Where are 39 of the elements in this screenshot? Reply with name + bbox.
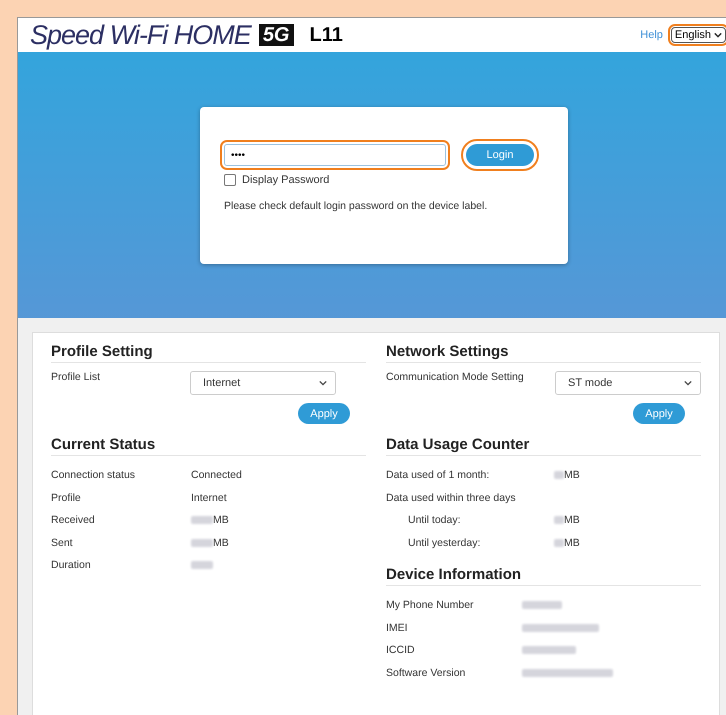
usage-value: MB bbox=[564, 514, 580, 526]
usage-label: Until yesterday: bbox=[407, 536, 482, 549]
status-label: Sent bbox=[51, 536, 74, 549]
status-label: Profile bbox=[51, 492, 82, 504]
device-label: Software Version bbox=[386, 666, 466, 679]
usage-label: Until today: bbox=[407, 514, 462, 526]
device-label: My Phone Number bbox=[386, 599, 475, 612]
chevron-icon bbox=[684, 380, 692, 386]
usage-label: Data used of 1 month: bbox=[386, 469, 490, 482]
section-heading: Network Settings bbox=[386, 343, 701, 363]
model-name: L11 bbox=[310, 24, 343, 46]
section-heading: Current Status bbox=[51, 436, 366, 456]
checkbox[interactable] bbox=[224, 174, 236, 186]
status-value: Connected bbox=[191, 469, 242, 482]
checkbox-label: Display Password bbox=[242, 174, 330, 186]
chevron-icon bbox=[319, 380, 327, 386]
logo-badge: 5G bbox=[258, 24, 294, 46]
section-heading: Data Usage Counter bbox=[386, 436, 701, 456]
chevron-icon bbox=[714, 32, 722, 38]
field-label: Communication Mode Setting bbox=[386, 371, 524, 383]
status-value: MB bbox=[213, 514, 229, 526]
field-label: Profile List bbox=[51, 371, 100, 383]
profile-select[interactable]: Internet bbox=[190, 371, 336, 395]
usage-value: MB bbox=[564, 469, 580, 482]
login-note: Please check default login password on the device label. bbox=[224, 200, 488, 212]
device-label: IMEI bbox=[386, 622, 409, 634]
section-heading: Profile Setting bbox=[51, 343, 366, 363]
status-label: Connection status bbox=[51, 469, 136, 482]
usage-value: MB bbox=[564, 536, 580, 549]
section-heading: Device Information bbox=[386, 566, 701, 586]
status-value: MB bbox=[213, 536, 229, 549]
device-label: ICCID bbox=[386, 644, 416, 656]
mode-select[interactable]: ST mode bbox=[555, 371, 701, 395]
status-value: Internet bbox=[191, 492, 227, 504]
status-label: Received bbox=[51, 514, 96, 526]
usage-label: Data used within three days bbox=[386, 492, 517, 504]
status-label: Duration bbox=[51, 559, 92, 572]
brand-logo-text: Speed Wi-Fi HOME bbox=[30, 20, 251, 50]
language-select[interactable]: English bbox=[670, 27, 726, 43]
